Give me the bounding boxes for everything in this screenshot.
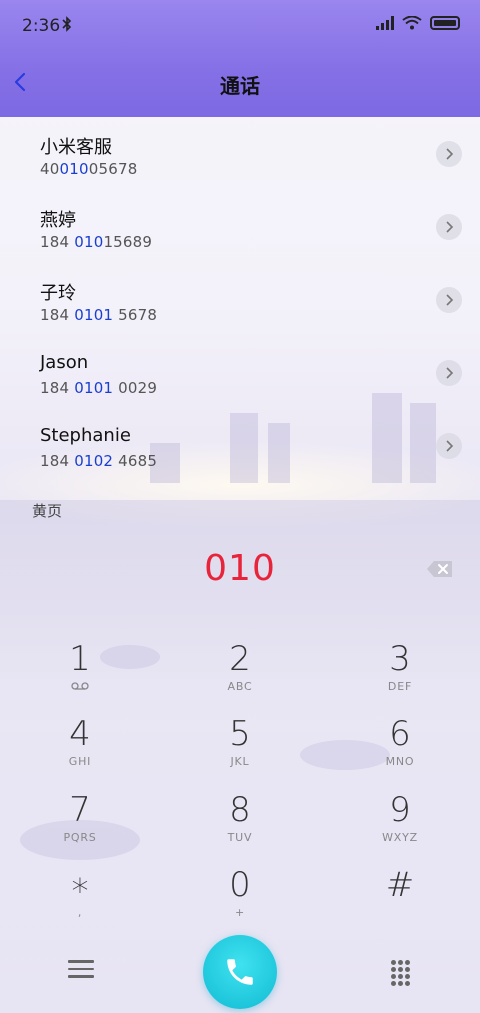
key-hash[interactable]: #: [340, 866, 460, 936]
wifi-icon: [402, 16, 422, 30]
cellular-signal-icon: [376, 16, 394, 30]
contact-number: 184 01015689: [40, 233, 153, 251]
key-6[interactable]: 6 MNO: [340, 715, 460, 785]
app-header: 通话: [0, 52, 480, 117]
key-2[interactable]: 2 ABC: [180, 640, 300, 710]
phone-icon: [227, 959, 253, 985]
contact-name: 小米客服: [40, 137, 112, 158]
chevron-right-icon: [446, 221, 454, 233]
contact-name: 燕婷: [40, 210, 76, 231]
bluetooth-icon: [62, 16, 72, 36]
contact-list: 小米客服 4001005678 燕婷 184 01015689 子玲 184 0…: [0, 117, 480, 482]
status-time: 2:36: [22, 16, 61, 36]
key-4[interactable]: 4 GHI: [20, 715, 140, 785]
list-item[interactable]: 子玲 184 0101 5678: [0, 263, 480, 336]
key-9[interactable]: 9 WXYZ: [340, 791, 460, 861]
chevron-right-icon: [446, 367, 454, 379]
contact-number: 184 0101 0029: [40, 379, 158, 397]
yellow-pages-link[interactable]: 黄页: [32, 500, 62, 521]
backspace-button[interactable]: [426, 560, 454, 578]
menu-icon[interactable]: [68, 960, 94, 980]
dialed-number: 010: [204, 548, 276, 589]
top-bar: 2:36 通话: [0, 0, 480, 117]
key-5[interactable]: 5 JKL: [180, 715, 300, 785]
detail-button[interactable]: [436, 433, 462, 459]
contact-number: 184 0101 5678: [40, 306, 158, 324]
chevron-right-icon: [446, 294, 454, 306]
contact-number: 4001005678: [40, 160, 138, 178]
detail-button[interactable]: [436, 214, 462, 240]
chevron-right-icon: [446, 440, 454, 452]
contact-name: 子玲: [40, 283, 76, 304]
key-1[interactable]: 1: [20, 640, 140, 710]
contact-number: 184 0102 4685: [40, 452, 158, 470]
chevron-right-icon: [446, 148, 454, 160]
detail-button[interactable]: [436, 141, 462, 167]
voicemail-icon: [20, 680, 140, 693]
backspace-icon: [427, 561, 452, 577]
key-8[interactable]: 8 TUV: [180, 791, 300, 861]
detail-button[interactable]: [436, 360, 462, 386]
key-3[interactable]: 3 DEF: [340, 640, 460, 710]
page-title: 通话: [220, 74, 260, 98]
key-star[interactable]: ∗,: [20, 866, 140, 936]
bottom-bar: [0, 930, 480, 1013]
list-item[interactable]: Jason 184 0101 0029: [0, 336, 480, 409]
list-item[interactable]: Stephanie 184 0102 4685: [0, 409, 480, 482]
dialpad-toggle-icon[interactable]: [389, 960, 411, 986]
key-0[interactable]: 0 +: [180, 866, 300, 936]
contact-name: Jason: [40, 352, 89, 373]
list-item[interactable]: 小米客服 4001005678: [0, 117, 480, 190]
call-button[interactable]: [203, 935, 277, 1009]
detail-button[interactable]: [436, 287, 462, 313]
key-7[interactable]: 7 PQRS: [20, 791, 140, 861]
battery-icon: [430, 16, 460, 30]
status-bar: 2:36: [0, 0, 480, 52]
list-item[interactable]: 燕婷 184 01015689: [0, 190, 480, 263]
contact-name: Stephanie: [40, 425, 131, 446]
